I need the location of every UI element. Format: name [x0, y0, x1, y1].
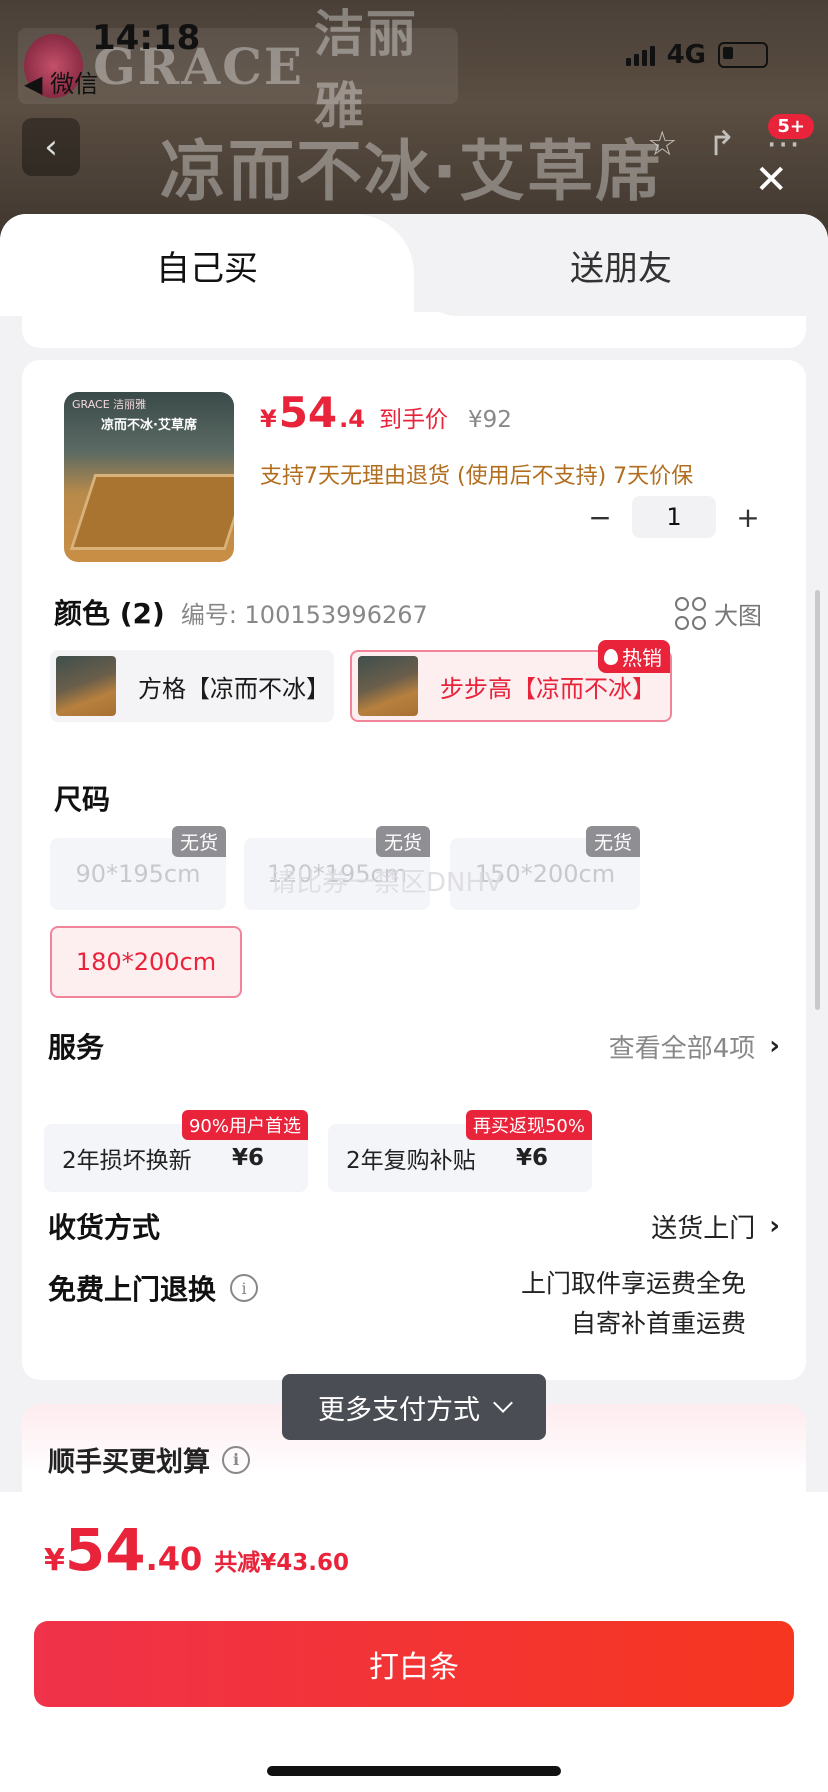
- service-option[interactable]: 2年复购补贴 ¥6 再买返现50%: [328, 1110, 592, 1192]
- status-time: 14:18: [92, 18, 201, 58]
- tab-panel-edge: [22, 312, 806, 348]
- hot-sale-badge: 热销: [598, 640, 670, 673]
- free-return-description: 上门取件享运费全免 自寄补首重运费: [521, 1264, 746, 1344]
- size-label: 90*195cm: [75, 860, 201, 888]
- delivery-method: 送货上门 ›: [651, 1208, 780, 1245]
- back-button[interactable]: ‹: [22, 118, 80, 176]
- back-to-wechat-link[interactable]: ◀ 微信: [24, 64, 98, 99]
- color-option-label: 步步高【凉而不冰】: [440, 674, 656, 703]
- watermark: 请比券一禁区DNHV: [270, 868, 503, 898]
- chevron-right-icon: ›: [769, 1211, 780, 1241]
- banner-headline: 凉而不冰·艾草席: [160, 133, 664, 210]
- info-icon[interactable]: i: [230, 1274, 259, 1302]
- final-price-label: 到手价: [378, 407, 448, 433]
- thumbnail-title: 凉而不冰·艾草席: [101, 418, 197, 433]
- out-of-stock-badge: 无货: [585, 826, 640, 857]
- service-price: ¥6: [232, 1145, 265, 1171]
- out-of-stock-badge: 无货: [171, 826, 226, 857]
- view-all-services-link[interactable]: 查看全部4项 ›: [609, 1028, 780, 1065]
- service-price: ¥6: [516, 1145, 549, 1171]
- total-integer: 54: [64, 1516, 146, 1584]
- return-line-1: 上门取件享运费全免: [520, 1269, 746, 1298]
- color-option[interactable]: 方格【凉而不冰】: [50, 650, 334, 722]
- price-decimal: .4: [339, 405, 365, 433]
- decrease-button[interactable]: −: [586, 501, 614, 534]
- option-thumbnail: [358, 656, 418, 716]
- tab-gift[interactable]: 送朋友: [414, 214, 828, 316]
- delivery-row[interactable]: 收货方式 送货上门 ›: [48, 1206, 780, 1246]
- original-price: ¥92: [467, 407, 512, 433]
- message-count-badge: 5+: [768, 114, 814, 139]
- mat-illustration: [69, 474, 234, 550]
- price-row: ¥ 54 .4 到手价 ¥92: [260, 388, 512, 437]
- share-icon[interactable]: ↱: [708, 124, 737, 164]
- chevron-down-icon: [493, 1393, 513, 1413]
- flame-icon: [604, 648, 618, 665]
- scrollbar[interactable]: [815, 590, 820, 1010]
- home-indicator: [267, 1766, 561, 1776]
- sku-number: 编号: 100153996267: [180, 601, 428, 629]
- chevron-left-icon: ‹: [44, 127, 58, 167]
- addon-title: 顺手买更划算: [48, 1447, 210, 1478]
- grid-icon: [675, 597, 706, 630]
- service-option[interactable]: 2年损坏换新 ¥6 90%用户首选: [44, 1110, 308, 1192]
- return-line-2: 自寄补首重运费: [570, 1309, 746, 1338]
- big-image-label: 大图: [714, 602, 762, 630]
- size-option-selected[interactable]: 180*200cm: [50, 926, 242, 998]
- size-label: 180*200cm: [75, 948, 217, 976]
- hot-sale-label: 热销: [622, 646, 662, 670]
- view-all-label: 查看全部4项: [608, 1033, 756, 1064]
- total-price: ¥ 54 .40 共减¥43.60: [44, 1516, 349, 1584]
- thumbnail-logo: GRACE 洁丽雅: [72, 398, 147, 411]
- option-thumbnail: [56, 656, 116, 716]
- increase-button[interactable]: +: [734, 501, 762, 534]
- size-title: 尺码: [54, 783, 111, 816]
- quantity-value[interactable]: 1: [632, 496, 716, 538]
- total-decimal: .40: [145, 1540, 203, 1578]
- total-symbol: ¥: [44, 1543, 65, 1578]
- favorite-star-icon[interactable]: ☆: [647, 124, 677, 164]
- service-name: 2年复购补贴: [346, 1148, 476, 1174]
- close-icon[interactable]: ✕: [754, 160, 788, 200]
- sku-card: GRACE 洁丽雅 凉而不冰·艾草席 ¥ 54 .4 到手价 ¥92 支持7天无…: [22, 360, 806, 1380]
- chevron-right-icon: ›: [769, 1031, 780, 1061]
- big-image-button[interactable]: 大图: [675, 596, 762, 631]
- service-badge: 90%用户首选: [181, 1110, 308, 1140]
- service-badge: 再买返现50%: [465, 1110, 592, 1140]
- color-title: 颜色 (2): [54, 597, 165, 630]
- price-integer: 54: [278, 388, 338, 437]
- tab-self-buy[interactable]: 自己买: [0, 214, 414, 316]
- total-savings: 共减¥43.60: [214, 1550, 350, 1576]
- product-thumbnail[interactable]: GRACE 洁丽雅 凉而不冰·艾草席: [64, 392, 234, 562]
- services-header: 服务 查看全部4项 ›: [48, 1026, 780, 1066]
- quantity-stepper: − 1 +: [586, 496, 762, 538]
- signal-icon: [625, 44, 655, 66]
- price-symbol: ¥: [260, 405, 277, 433]
- more-payment-methods-button[interactable]: 更多支付方式: [282, 1374, 546, 1440]
- battery-icon: [718, 42, 768, 68]
- checkout-bar: ¥ 54 .40 共减¥43.60 打白条: [0, 1492, 828, 1792]
- service-name: 2年损坏换新: [62, 1148, 192, 1174]
- free-return-row: 免费上门退换 i: [48, 1268, 259, 1308]
- status-indicators: 4G: [625, 40, 768, 70]
- free-return-title: 免费上门退换: [48, 1273, 217, 1306]
- delivery-value: 送货上门: [651, 1213, 756, 1244]
- out-of-stock-badge: 无货: [375, 826, 430, 857]
- size-option[interactable]: 90*195cm 无货: [50, 826, 226, 910]
- color-option-label: 方格【凉而不冰】: [138, 674, 330, 703]
- pay-with-baitiao-button[interactable]: 打白条: [34, 1621, 794, 1707]
- color-section-header: 颜色 (2) 编号: 100153996267: [54, 592, 428, 632]
- more-payment-label: 更多支付方式: [318, 1394, 480, 1426]
- network-type: 4G: [666, 40, 706, 70]
- return-policy: 支持7天无理由退货 (使用后不支持) 7天价保: [260, 464, 694, 489]
- purchase-tabs: 自己买 送朋友: [0, 214, 828, 316]
- addon-header: 顺手买更划算 i: [48, 1440, 250, 1479]
- services-title: 服务: [48, 1031, 105, 1064]
- info-icon[interactable]: i: [222, 1445, 250, 1474]
- delivery-title: 收货方式: [48, 1211, 161, 1244]
- color-option-selected[interactable]: 步步高【凉而不冰】 热销: [350, 640, 672, 722]
